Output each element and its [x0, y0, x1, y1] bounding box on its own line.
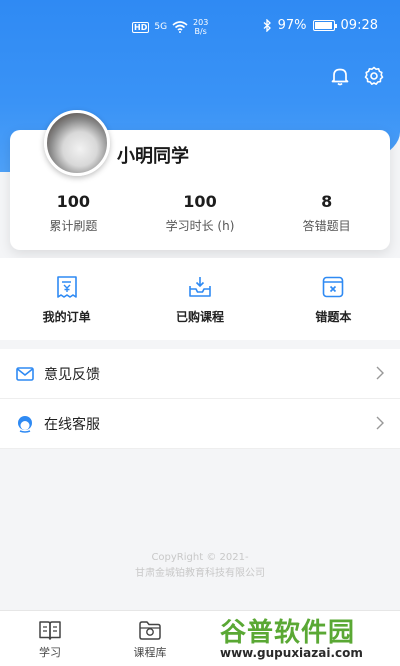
copyright-line: CopyRight © 2021- [151, 552, 249, 563]
copyright-footer: CopyRight © 2021- 甘肃金城铂教育科技有限公司 [0, 550, 400, 582]
online-support-row[interactable]: 在线客服 [0, 399, 400, 449]
watermark-title: 谷普软件园 [220, 618, 356, 648]
settings-icon[interactable] [364, 66, 384, 86]
my-orders-button[interactable]: 我的订单 [0, 258, 133, 340]
quick-actions: 我的订单 已购课程 错题本 [0, 258, 400, 340]
stat-label: 学习时长 (h) [165, 219, 235, 233]
clock: 09:28 [340, 18, 378, 33]
battery-percent: 97% [277, 18, 307, 33]
speed-value: 203 [193, 18, 209, 27]
stat-wrong-answers[interactable]: 8 答错题目 [263, 192, 390, 234]
stat-total-questions[interactable]: 100 累计刷题 [10, 192, 137, 234]
settings-list: 意见反馈 在线客服 [0, 349, 400, 449]
wrong-book-button[interactable]: 错题本 [267, 258, 400, 340]
bell-icon[interactable] [330, 66, 350, 86]
tab-study[interactable]: 学习 [0, 611, 100, 666]
action-label: 错题本 [315, 310, 352, 324]
network-speed: 203 B/s [193, 18, 208, 36]
username: 小明同学 [117, 146, 189, 167]
watermark: 谷普软件园 www.gupuxiazai.com [214, 612, 400, 666]
bluetooth-icon [263, 19, 271, 32]
chevron-right-icon [376, 416, 384, 430]
receipt-icon [56, 276, 77, 298]
signal-indicator: 5G [154, 22, 168, 32]
stat-study-hours[interactable]: 100 学习时长 (h) [137, 192, 264, 234]
battery-icon [312, 20, 337, 31]
support-agent-icon [18, 415, 32, 433]
wifi-icon [172, 21, 188, 33]
battery-fill [314, 22, 332, 29]
avatar[interactable] [44, 110, 110, 176]
folder-icon [139, 621, 161, 640]
tab-course-library[interactable]: 课程库 [100, 611, 200, 666]
purchased-courses-button[interactable]: 已购课程 [133, 258, 266, 340]
action-label: 我的订单 [42, 310, 91, 324]
row-label: 在线客服 [44, 416, 100, 433]
inbox-icon [189, 277, 211, 297]
tab-label: 课程库 [133, 646, 167, 659]
stat-label: 累计刷题 [49, 219, 98, 233]
row-label: 意见反馈 [44, 366, 100, 383]
header-actions [330, 66, 384, 86]
stat-value: 100 [183, 192, 217, 211]
feedback-row[interactable]: 意见反馈 [0, 349, 400, 399]
company-name: 甘肃金城铂教育科技有限公司 [135, 568, 265, 579]
status-bar: HD 5G 203 B/s 97% 09:28 [0, 14, 400, 38]
book-icon [39, 621, 61, 640]
stat-value: 8 [321, 192, 333, 211]
watermark-url: www.gupuxiazai.com [220, 646, 363, 660]
tab-label: 学习 [39, 646, 61, 659]
wrong-book-icon [323, 276, 344, 298]
profile-stats: 100 累计刷题 100 学习时长 (h) 8 答错题目 [10, 192, 390, 234]
chevron-right-icon [376, 366, 384, 380]
action-label: 已购课程 [175, 310, 224, 324]
stat-value: 100 [56, 192, 91, 211]
stat-label: 答错题目 [302, 219, 351, 233]
hd-badge: HD [132, 21, 150, 33]
mail-icon [16, 366, 34, 381]
speed-unit: B/s [194, 27, 207, 36]
